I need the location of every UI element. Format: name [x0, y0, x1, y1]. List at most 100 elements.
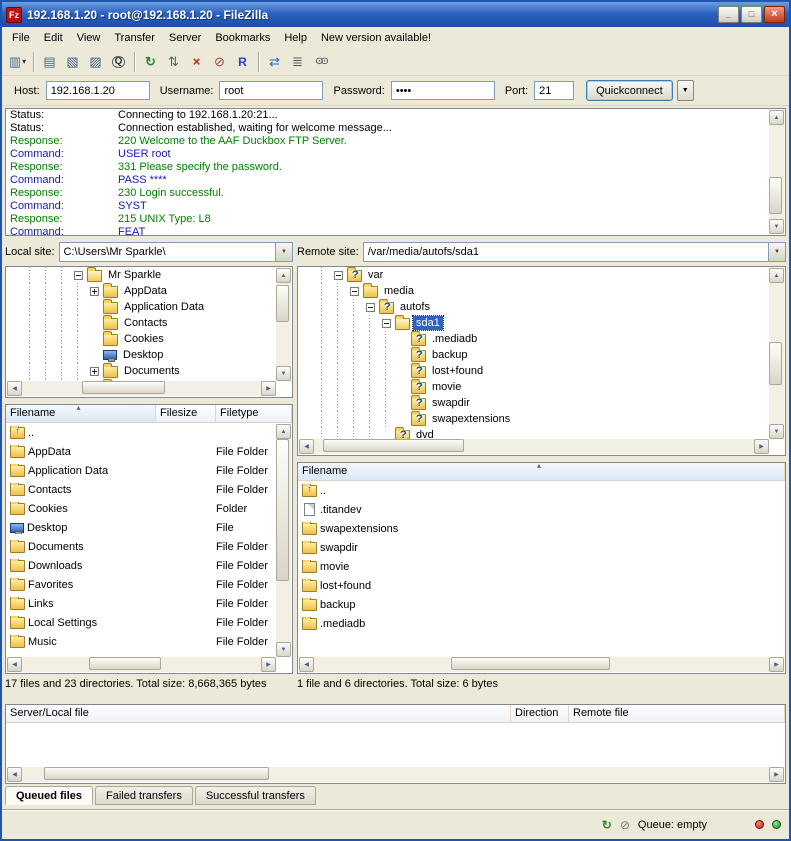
- synchronized-browsing-button[interactable]: ≣: [286, 51, 309, 73]
- scroll-thumb[interactable]: [323, 439, 464, 452]
- column-header-filename[interactable]: Filename: [6, 405, 156, 422]
- scroll-left-button[interactable]: [7, 381, 22, 396]
- scroll-track[interactable]: [22, 657, 261, 672]
- reconnect-button[interactable]: R: [231, 51, 254, 73]
- refresh-button[interactable]: ↻: [139, 51, 162, 73]
- file-row[interactable]: .titandev: [298, 500, 785, 519]
- toggle-message-log-button[interactable]: ▤: [38, 51, 61, 73]
- tree-item[interactable]: .mediadb: [298, 331, 785, 347]
- file-row[interactable]: DownloadsFile Folder: [6, 556, 292, 575]
- scroll-down-button[interactable]: [769, 424, 784, 439]
- tab-failed-transfers[interactable]: Failed transfers: [95, 786, 193, 805]
- password-input[interactable]: [391, 81, 495, 100]
- collapse-icon[interactable]: [366, 303, 375, 312]
- scroll-left-button[interactable]: [299, 439, 314, 454]
- tree-item[interactable]: swapextensions: [298, 411, 785, 427]
- scroll-right-button[interactable]: [769, 657, 784, 672]
- file-row[interactable]: Local SettingsFile Folder: [6, 613, 292, 632]
- scroll-thumb[interactable]: [451, 657, 610, 670]
- scroll-track[interactable]: [22, 767, 769, 782]
- scroll-track[interactable]: [314, 657, 769, 672]
- menu-bookmarks[interactable]: Bookmarks: [208, 29, 277, 47]
- scroll-up-button[interactable]: [276, 424, 291, 439]
- scroll-left-button[interactable]: [7, 657, 22, 672]
- scroll-down-button[interactable]: [769, 219, 784, 234]
- column-header-filename[interactable]: Filename: [298, 463, 785, 480]
- remote-tree-vscrollbar[interactable]: [769, 268, 784, 439]
- local-tree-hscrollbar[interactable]: [7, 381, 276, 396]
- file-row[interactable]: ContactsFile Folder: [6, 480, 292, 499]
- file-row[interactable]: ..: [6, 423, 292, 442]
- file-row[interactable]: FavoritesFile Folder: [6, 575, 292, 594]
- file-row[interactable]: .mediadb: [298, 614, 785, 633]
- cancel-button[interactable]: ×: [185, 51, 208, 73]
- file-row[interactable]: swapdir: [298, 538, 785, 557]
- scroll-right-button[interactable]: [769, 767, 784, 782]
- menu-transfer[interactable]: Transfer: [107, 29, 162, 47]
- maximize-button[interactable]: □: [741, 6, 762, 23]
- scroll-up-button[interactable]: [769, 110, 784, 125]
- scroll-thumb[interactable]: [89, 657, 161, 670]
- file-row[interactable]: ..: [298, 481, 785, 500]
- close-button[interactable]: ×: [764, 6, 785, 23]
- combo-dropdown-icon[interactable]: ▼: [275, 243, 292, 261]
- column-header-filesize[interactable]: Filesize: [156, 405, 216, 422]
- scroll-up-button[interactable]: [769, 268, 784, 283]
- tree-item-selected[interactable]: sda1: [298, 315, 785, 331]
- process-queue-button[interactable]: ⇅: [162, 51, 185, 73]
- scroll-right-button[interactable]: [261, 381, 276, 396]
- file-row[interactable]: DocumentsFile Folder: [6, 537, 292, 556]
- scroll-right-button[interactable]: [261, 657, 276, 672]
- tree-item[interactable]: Application Data: [6, 299, 292, 315]
- scroll-right-button[interactable]: [754, 439, 769, 454]
- scroll-track[interactable]: [276, 283, 291, 366]
- log-scrollbar[interactable]: [769, 110, 784, 234]
- queue-activity-icon[interactable]: ↻: [602, 819, 612, 831]
- scroll-thumb[interactable]: [44, 767, 268, 780]
- menu-new-version[interactable]: New version available!: [314, 29, 438, 47]
- scroll-thumb[interactable]: [769, 342, 782, 384]
- file-row[interactable]: DesktopFile: [6, 518, 292, 537]
- menu-file[interactable]: File: [5, 29, 37, 47]
- scroll-track[interactable]: [314, 439, 754, 454]
- menu-server[interactable]: Server: [162, 29, 208, 47]
- remote-list-hscrollbar[interactable]: [299, 657, 784, 672]
- local-list-hscrollbar[interactable]: [7, 657, 276, 672]
- expand-icon[interactable]: [90, 367, 99, 376]
- scroll-track[interactable]: [276, 439, 291, 642]
- scroll-thumb[interactable]: [769, 177, 782, 215]
- scroll-down-button[interactable]: [276, 642, 291, 657]
- collapse-icon[interactable]: [382, 319, 391, 328]
- file-row[interactable]: LinksFile Folder: [6, 594, 292, 613]
- minimize-button[interactable]: _: [718, 6, 739, 23]
- host-input[interactable]: [46, 81, 150, 100]
- tab-successful-transfers[interactable]: Successful transfers: [195, 786, 316, 805]
- toggle-queue-button[interactable]: Q: [107, 51, 130, 73]
- expand-icon[interactable]: [90, 287, 99, 296]
- scroll-track[interactable]: [769, 125, 784, 219]
- column-header-direction[interactable]: Direction: [511, 705, 569, 722]
- collapse-icon[interactable]: [74, 271, 83, 280]
- file-row[interactable]: MusicFile Folder: [6, 632, 292, 651]
- find-files-button[interactable]: ⊙⊙: [309, 51, 332, 73]
- menu-edit[interactable]: Edit: [37, 29, 70, 47]
- port-input[interactable]: [534, 81, 574, 100]
- remote-site-combobox[interactable]: /var/media/autofs/sda1 ▼: [363, 242, 786, 262]
- file-row[interactable]: lost+found: [298, 576, 785, 595]
- combo-dropdown-icon[interactable]: ▼: [768, 243, 785, 261]
- tree-item[interactable]: Mr Sparkle: [6, 267, 292, 283]
- quickconnect-button[interactable]: Quickconnect: [586, 80, 673, 101]
- tree-item[interactable]: Desktop: [6, 347, 292, 363]
- collapse-icon[interactable]: [350, 287, 359, 296]
- collapse-icon[interactable]: [334, 271, 343, 280]
- file-row[interactable]: CookiesFolder: [6, 499, 292, 518]
- toggle-local-tree-button[interactable]: ▧: [61, 51, 84, 73]
- scroll-track[interactable]: [769, 283, 784, 424]
- scroll-up-button[interactable]: [276, 268, 291, 283]
- tab-queued-files[interactable]: Queued files: [5, 786, 93, 805]
- scroll-down-button[interactable]: [276, 366, 291, 381]
- username-input[interactable]: [219, 81, 323, 100]
- local-tree-vscrollbar[interactable]: [276, 268, 291, 381]
- remote-tree-hscrollbar[interactable]: [299, 439, 769, 454]
- tree-item[interactable]: lost+found: [298, 363, 785, 379]
